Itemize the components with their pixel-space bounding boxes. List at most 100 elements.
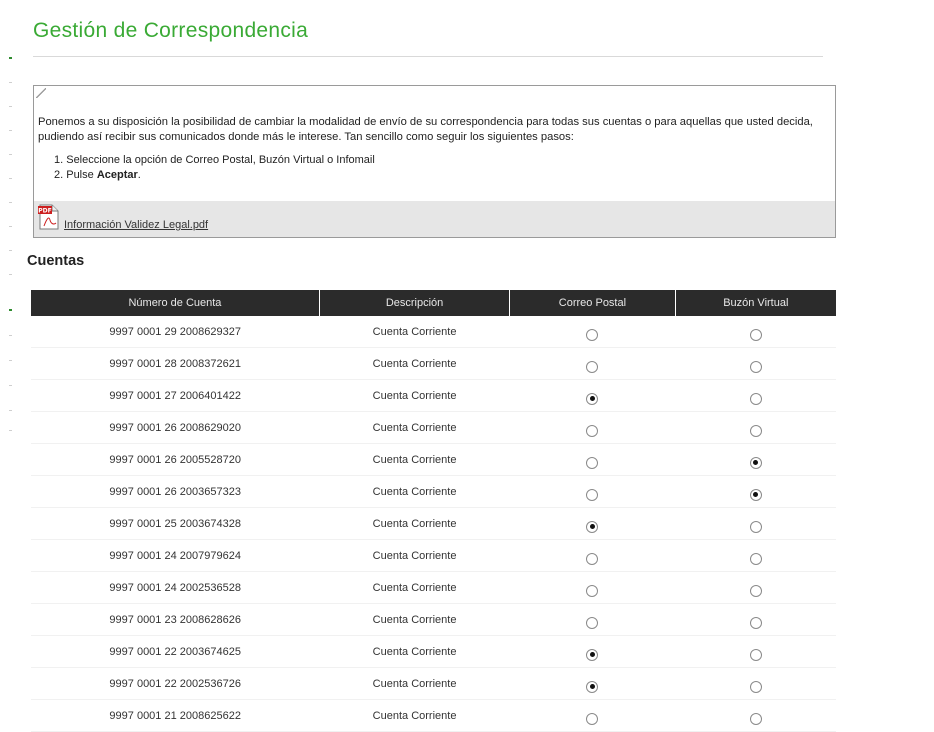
step-1: 1. Seleccione la opción de Correo Postal…: [54, 154, 375, 166]
description-cell: Cuenta Corriente: [319, 411, 510, 444]
step-2-prefix: 2. Pulse: [54, 169, 97, 181]
account-number-cell: 9997 0001 28 2008372621: [31, 347, 320, 380]
postal-mail-cell: [509, 379, 676, 412]
description-cell: Cuenta Corriente: [319, 667, 510, 700]
account-number-cell: 9997 0001 26 2008629020: [31, 411, 320, 444]
description-cell: Cuenta Corriente: [319, 539, 510, 572]
table-row: 9997 0001 26 2008629020 Cuenta Corriente: [31, 411, 836, 444]
virtual-mailbox-radio[interactable]: [749, 392, 762, 405]
header-virtual-mailbox: Buzón Virtual: [675, 290, 836, 316]
postal-mail-cell: [509, 347, 676, 380]
postal-mail-radio[interactable]: [586, 488, 599, 501]
virtual-mailbox-radio[interactable]: [749, 424, 762, 437]
account-number-cell: 9997 0001 22 2002536726: [31, 667, 320, 700]
header-description: Descripción: [319, 290, 511, 316]
virtual-mailbox-radio[interactable]: [749, 328, 762, 341]
virtual-mailbox-cell: [675, 443, 836, 476]
info-panel: Ponemos a su disposición la posibilidad …: [33, 85, 836, 238]
virtual-mailbox-radio[interactable]: [749, 360, 762, 373]
postal-mail-cell: [509, 635, 676, 668]
virtual-mailbox-cell: [675, 475, 836, 508]
header-account-number: Número de Cuenta: [31, 290, 320, 316]
description-cell: Cuenta Corriente: [319, 443, 510, 476]
table-row: 9997 0001 27 2006401422 Cuenta Corriente: [31, 379, 836, 412]
virtual-mailbox-cell: [675, 539, 836, 572]
table-row: 9997 0001 24 2002536528 Cuenta Corriente: [31, 571, 836, 604]
title-divider: [33, 56, 823, 57]
table-row: 9997 0001 23 2008628626 Cuenta Corriente: [31, 603, 836, 636]
postal-mail-radio[interactable]: [586, 456, 599, 469]
pdf-attachment-bar: PDF Información Validez Legal.pdf: [34, 201, 835, 237]
account-number-cell: 9997 0001 29 2008629327: [31, 316, 320, 348]
description-cell: Cuenta Corriente: [319, 699, 510, 732]
header-postal-mail: Correo Postal: [509, 290, 676, 316]
account-number-cell: 9997 0001 21 2008625622: [31, 699, 320, 732]
virtual-mailbox-cell: [675, 316, 836, 348]
virtual-mailbox-cell: [675, 411, 836, 444]
virtual-mailbox-radio[interactable]: [749, 520, 762, 533]
virtual-mailbox-radio[interactable]: [749, 456, 762, 469]
postal-mail-radio[interactable]: [586, 392, 599, 405]
table-header-row: Número de Cuenta Descripción Correo Post…: [31, 290, 836, 316]
table-row: 9997 0001 22 2002536726 Cuenta Corriente: [31, 667, 836, 700]
virtual-mailbox-radio[interactable]: [749, 584, 762, 597]
virtual-mailbox-radio[interactable]: [749, 680, 762, 693]
description-cell: Cuenta Corriente: [319, 603, 510, 636]
steps-list: 1. Seleccione la opción de Correo Postal…: [54, 153, 828, 183]
postal-mail-radio[interactable]: [586, 424, 599, 437]
account-number-cell: 9997 0001 23 2008628626: [31, 603, 320, 636]
info-paragraph: Ponemos a su disposición la posibilidad …: [38, 116, 813, 143]
virtual-mailbox-radio[interactable]: [749, 488, 762, 501]
table-body: 9997 0001 29 2008629327 Cuenta Corriente 9…: [31, 316, 836, 732]
virtual-mailbox-radio[interactable]: [749, 648, 762, 661]
postal-mail-cell: [509, 475, 676, 508]
description-cell: Cuenta Corriente: [319, 571, 510, 604]
virtual-mailbox-cell: [675, 507, 836, 540]
left-edge-decoration: [0, 0, 12, 723]
step-2-accept-word: Aceptar: [96, 169, 138, 181]
postal-mail-cell: [509, 571, 676, 604]
virtual-mailbox-cell: [675, 635, 836, 668]
account-number-cell: 9997 0001 25 2003674328: [31, 507, 320, 540]
table-row: 9997 0001 25 2003674328 Cuenta Corriente: [31, 507, 836, 540]
postal-mail-cell: [509, 539, 676, 572]
resize-corner-icon: [36, 88, 46, 98]
account-number-cell: 9997 0001 24 2007979624: [31, 539, 320, 572]
description-cell: Cuenta Corriente: [319, 507, 510, 540]
postal-mail-cell: [509, 316, 676, 348]
account-number-cell: 9997 0001 22 2003674625: [31, 635, 320, 668]
table-row: 9997 0001 26 2003657323 Cuenta Corriente: [31, 475, 836, 508]
postal-mail-cell: [509, 411, 676, 444]
postal-mail-radio[interactable]: [586, 584, 599, 597]
postal-mail-radio[interactable]: [586, 648, 599, 661]
virtual-mailbox-cell: [675, 603, 836, 636]
step-2-suffix: .: [137, 169, 141, 181]
postal-mail-cell: [509, 507, 676, 540]
pdf-icon-label: PDF: [38, 208, 51, 215]
info-text: Ponemos a su disposición la posibilidad …: [38, 115, 828, 183]
virtual-mailbox-radio[interactable]: [749, 616, 762, 629]
accounts-section-title: Cuentas: [27, 253, 85, 269]
account-number-cell: 9997 0001 24 2002536528: [31, 571, 320, 604]
virtual-mailbox-radio[interactable]: [749, 552, 762, 565]
accounts-table: Número de Cuenta Descripción Correo Post…: [31, 290, 836, 732]
account-number-cell: 9997 0001 27 2006401422: [31, 379, 320, 412]
postal-mail-cell: [509, 699, 676, 732]
description-cell: Cuenta Corriente: [319, 635, 510, 668]
postal-mail-radio[interactable]: [586, 520, 599, 533]
table-row: 9997 0001 22 2003674625 Cuenta Corriente: [31, 635, 836, 668]
postal-mail-radio[interactable]: [586, 328, 599, 341]
virtual-mailbox-cell: [675, 667, 836, 700]
postal-mail-radio[interactable]: [586, 680, 599, 693]
postal-mail-cell: [509, 603, 676, 636]
virtual-mailbox-cell: [675, 571, 836, 604]
page-title: Gestión de Correspondencia: [33, 19, 309, 42]
postal-mail-radio[interactable]: [586, 360, 599, 373]
pdf-file-icon[interactable]: PDF: [38, 204, 59, 230]
pdf-link[interactable]: Información Validez Legal.pdf: [64, 219, 208, 231]
postal-mail-radio[interactable]: [586, 616, 599, 629]
table-row: 9997 0001 28 2008372621 Cuenta Corriente: [31, 347, 836, 380]
table-row: 9997 0001 24 2007979624 Cuenta Corriente: [31, 539, 836, 572]
postal-mail-radio[interactable]: [586, 552, 599, 565]
step-2: 2. Pulse Aceptar.: [54, 168, 828, 183]
